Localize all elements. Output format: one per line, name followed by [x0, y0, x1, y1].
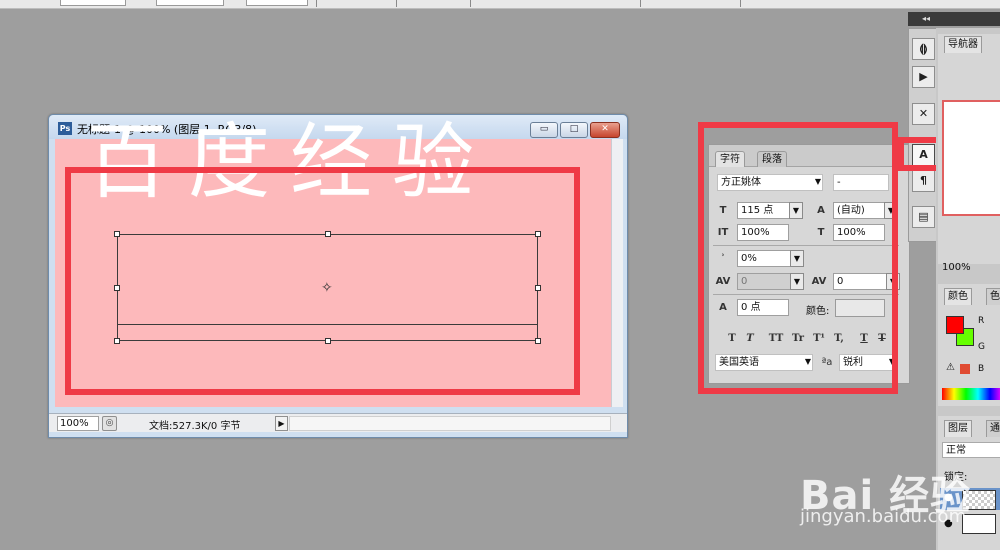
- actions-icon[interactable]: ▶: [912, 66, 935, 88]
- collapse-panels-icon[interactable]: ◂◂: [908, 12, 1000, 26]
- gamut-color-swatch[interactable]: [960, 364, 970, 374]
- separator: [740, 0, 741, 7]
- panel-tool-strip: ⟬⟭ ▶ ✕ A ¶ ▤: [908, 28, 938, 242]
- restore-button[interactable]: □: [560, 122, 588, 138]
- tool-presets-icon[interactable]: ✕: [912, 103, 935, 125]
- paragraph-panel-icon[interactable]: ¶: [912, 170, 935, 192]
- color-panel: 颜色 色 R G B ⚠: [938, 284, 1000, 406]
- document-statusbar: 100% ◎ 文档:527.3K/0 字节 ▶: [49, 413, 627, 432]
- tab-channels[interactable]: 通: [986, 420, 1000, 437]
- history-icon[interactable]: ⟬⟭: [912, 38, 935, 60]
- minimize-button[interactable]: ▭: [530, 122, 558, 138]
- foreground-color-swatch[interactable]: [946, 316, 964, 334]
- red-label: R: [978, 316, 985, 326]
- zoom-field[interactable]: 100%: [57, 416, 99, 431]
- watermark-url: jingyan.baidu.com: [800, 506, 967, 527]
- vertical-scrollbar[interactable]: [611, 139, 623, 407]
- document-info: 文档:527.3K/0 字节: [149, 421, 241, 432]
- separator: [396, 0, 397, 7]
- tab-color[interactable]: 颜色: [944, 288, 972, 305]
- separator: [316, 0, 317, 7]
- annotation-box: [698, 122, 898, 394]
- option-field[interactable]: [246, 0, 308, 6]
- navigator-preview[interactable]: [942, 100, 1000, 216]
- status-menu-arrow-icon[interactable]: ▶: [275, 416, 288, 431]
- tab-navigator[interactable]: 导航器: [944, 36, 982, 53]
- close-button[interactable]: ✕: [590, 122, 620, 138]
- color-ramp[interactable]: [942, 388, 1000, 400]
- annotation-box: [65, 167, 580, 395]
- option-field[interactable]: [156, 0, 224, 6]
- green-label: G: [978, 342, 985, 352]
- tab-layers[interactable]: 图层: [944, 420, 972, 437]
- tab-swatches[interactable]: 色: [986, 288, 1000, 305]
- blue-label: B: [978, 364, 985, 374]
- navigator-zoom[interactable]: 100%: [942, 262, 971, 273]
- separator: [640, 0, 641, 7]
- status-icon[interactable]: ◎: [102, 416, 117, 431]
- blend-mode-select[interactable]: 正常: [942, 442, 1000, 458]
- layer-comps-icon[interactable]: ▤: [912, 206, 935, 228]
- separator: [470, 0, 471, 7]
- horizontal-scrollbar[interactable]: [289, 416, 611, 431]
- photoshop-icon: Ps: [58, 122, 72, 135]
- options-bar: [0, 0, 1000, 9]
- navigator-panel: 导航器 100%: [938, 34, 1000, 273]
- gamut-warning-icon: ⚠: [946, 362, 955, 373]
- option-field[interactable]: [60, 0, 126, 6]
